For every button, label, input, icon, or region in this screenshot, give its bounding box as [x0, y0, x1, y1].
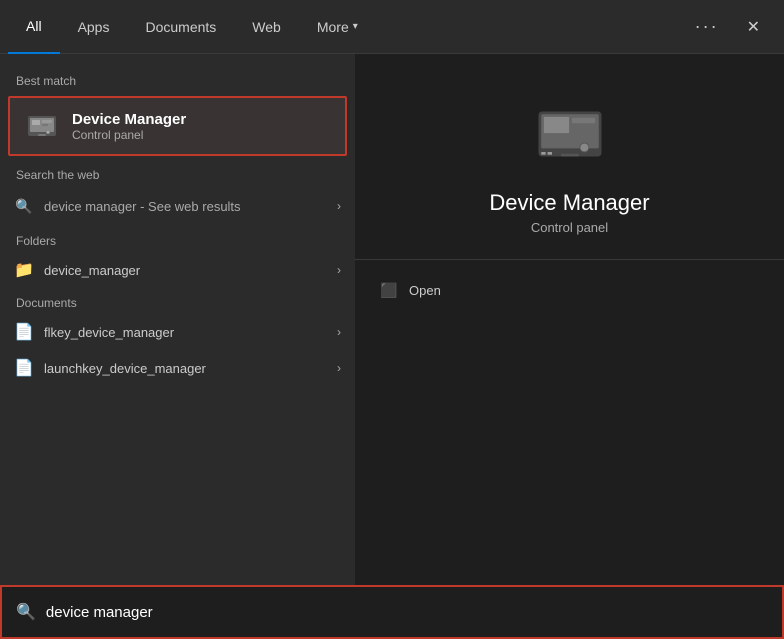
best-match-label: Best match — [0, 66, 355, 92]
right-panel-title: Device Manager — [489, 190, 649, 216]
folder-icon: 📁 — [14, 260, 34, 280]
more-chevron-icon: ▾ — [353, 21, 358, 32]
folder-item-text: device_manager — [44, 263, 337, 278]
best-match-item[interactable]: Device Manager Control panel — [8, 96, 347, 156]
tab-web[interactable]: Web — [234, 0, 299, 54]
right-panel-subtitle: Control panel — [531, 220, 608, 235]
device-manager-large-icon — [530, 94, 610, 174]
best-match-subtitle: Control panel — [72, 128, 186, 142]
search-icon: 🔍 — [16, 602, 36, 622]
search-bar: 🔍 — [0, 585, 784, 639]
open-icon: ⬛ — [379, 280, 399, 300]
doc-chevron-icon-2: › — [337, 361, 341, 375]
web-section-label: Search the web — [0, 160, 355, 186]
search-web-icon: 🔍 — [14, 196, 34, 216]
best-match-text: Device Manager Control panel — [72, 111, 186, 142]
tab-documents[interactable]: Documents — [127, 0, 234, 54]
document-icon: 📄 — [14, 322, 34, 342]
document-icon-2: 📄 — [14, 358, 34, 378]
main-content: Best match Device Manager Control panel — [0, 54, 784, 585]
open-action[interactable]: ⬛ Open — [379, 272, 760, 308]
documents-label: Documents — [0, 288, 355, 314]
tab-more[interactable]: More ▾ — [299, 0, 376, 54]
web-item-text: device manager - See web results — [44, 199, 337, 214]
doc-item-text-launchkey: launchkey_device_manager — [44, 361, 337, 376]
open-label: Open — [409, 283, 441, 298]
doc-item-text-flkey: flkey_device_manager — [44, 325, 337, 340]
tab-all[interactable]: All — [8, 0, 60, 54]
tab-apps[interactable]: Apps — [60, 0, 128, 54]
device-manager-small-icon — [24, 108, 60, 144]
best-match-title: Device Manager — [72, 111, 186, 128]
folder-chevron-icon: › — [337, 263, 341, 277]
web-search-item[interactable]: 🔍 device manager - See web results › — [0, 186, 355, 226]
right-actions: ⬛ Open — [355, 272, 784, 308]
doc-item-flkey[interactable]: 📄 flkey_device_manager › — [0, 314, 355, 350]
right-panel-divider — [355, 259, 784, 260]
left-panel: Best match Device Manager Control panel — [0, 54, 355, 585]
top-nav: All Apps Documents Web More ▾ ··· ✕ — [0, 0, 784, 54]
folder-item-device-manager[interactable]: 📁 device_manager › — [0, 252, 355, 288]
search-input[interactable] — [46, 604, 768, 621]
web-item-chevron-icon: › — [337, 199, 341, 213]
more-options-button[interactable]: ··· — [683, 0, 731, 54]
doc-item-launchkey[interactable]: 📄 launchkey_device_manager › — [0, 350, 355, 386]
close-button[interactable]: ✕ — [731, 0, 776, 54]
right-panel: Device Manager Control panel ⬛ Open — [355, 54, 784, 585]
doc-chevron-icon: › — [337, 325, 341, 339]
folders-label: Folders — [0, 226, 355, 252]
